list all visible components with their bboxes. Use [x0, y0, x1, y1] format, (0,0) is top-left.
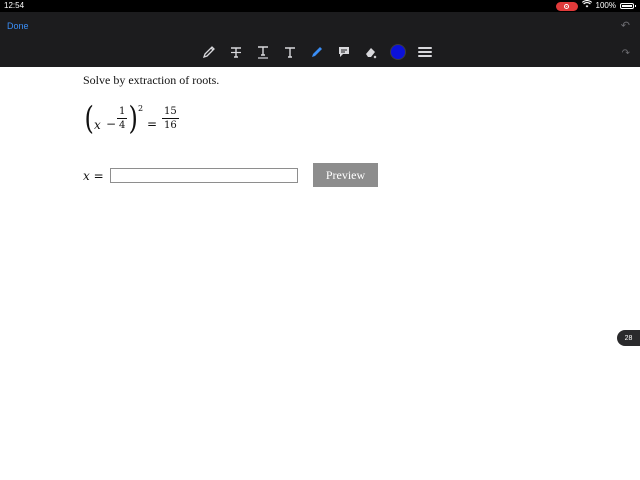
equation-equals: =: [147, 117, 158, 131]
page-number-badge[interactable]: 28: [617, 330, 640, 346]
line-weight-icon[interactable]: [416, 43, 434, 61]
fraction-numerator: 15: [164, 106, 177, 117]
done-button[interactable]: Done: [7, 21, 29, 31]
preview-button[interactable]: Preview: [313, 163, 378, 187]
underline-text-icon[interactable]: [254, 43, 272, 61]
fraction-one-quarter: 1 4: [117, 106, 128, 131]
annotation-toolbar: Done ↶ ↷: [0, 12, 640, 67]
document-page: Solve by extraction of roots. ( x − 1 4 …: [0, 67, 640, 480]
status-indicators: 100%: [555, 0, 636, 12]
wifi-icon: [581, 0, 592, 12]
undo-icon[interactable]: ↶: [621, 19, 630, 32]
equation-variable: x: [94, 118, 101, 132]
pencil-icon[interactable]: [200, 43, 218, 61]
battery-percent: 100%: [595, 1, 616, 10]
status-time: 12:54: [4, 1, 25, 10]
left-paren: (: [84, 99, 94, 137]
fraction-denominator: 4: [119, 120, 126, 131]
exponent: 2: [138, 104, 144, 113]
problem-prompt: Solve by extraction of roots.: [83, 73, 220, 87]
battery-icon: [620, 3, 636, 9]
redo-icon[interactable]: ↷: [622, 48, 630, 59]
text-icon[interactable]: [281, 43, 299, 61]
strikethrough-text-icon[interactable]: [227, 43, 245, 61]
screen-recording-indicator: [555, 1, 578, 11]
answer-label: x =: [83, 169, 104, 183]
markup-tools: [200, 42, 434, 62]
color-picker[interactable]: [389, 43, 407, 61]
eraser-icon[interactable]: [362, 43, 380, 61]
fraction-fifteen-sixteenths: 15 16: [162, 106, 179, 131]
answer-input[interactable]: [110, 168, 298, 183]
fraction-denominator: 16: [164, 120, 177, 131]
equation-minus: −: [106, 117, 117, 131]
record-icon: [564, 3, 570, 9]
status-bar: 12:54 100%: [0, 0, 640, 12]
fraction-numerator: 1: [119, 106, 126, 117]
blue-color-swatch: [391, 45, 405, 59]
highlighter-icon[interactable]: [308, 43, 326, 61]
comment-icon[interactable]: [335, 43, 353, 61]
right-paren: ): [128, 99, 138, 137]
